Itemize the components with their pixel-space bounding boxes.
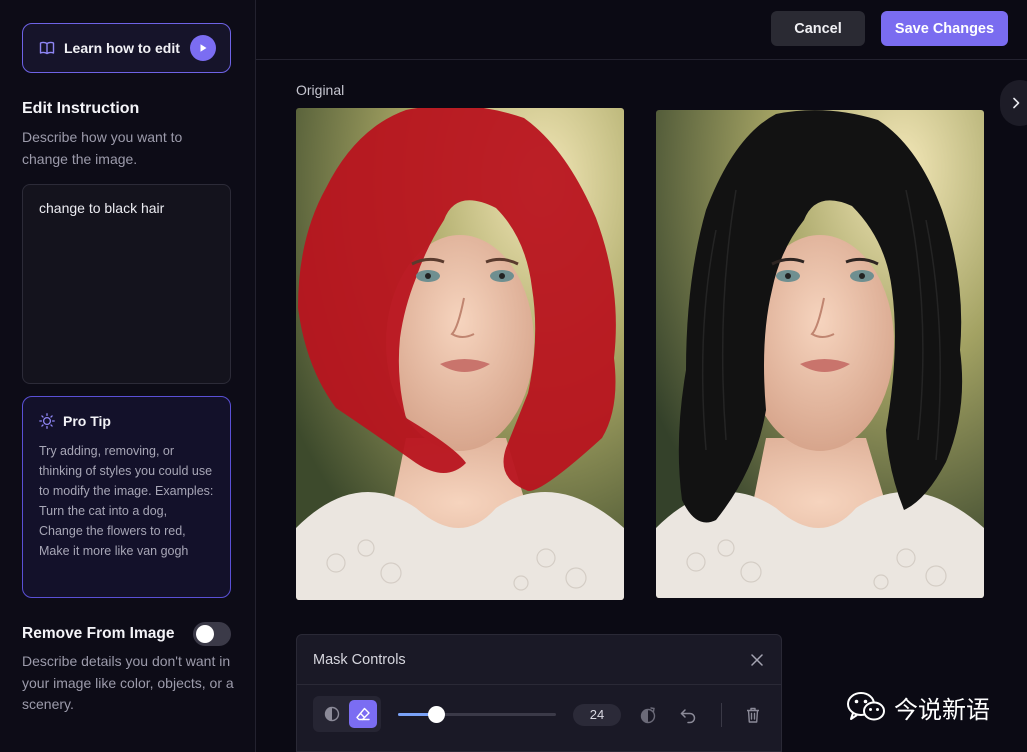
- play-icon: [190, 35, 216, 61]
- original-image-with-mask: [296, 108, 624, 600]
- edit-instruction-heading: Edit Instruction: [22, 100, 140, 117]
- sidebar: Learn how to edit Edit Instruction Descr…: [0, 0, 256, 752]
- book-icon: [39, 41, 55, 55]
- original-label: Original: [296, 82, 345, 98]
- wechat-logo-icon: [847, 692, 885, 721]
- eraser-mode-button[interactable]: [349, 700, 377, 728]
- edit-instruction-input[interactable]: [22, 184, 231, 384]
- watermark: 今说新语: [846, 688, 996, 726]
- result-image-canvas: [656, 110, 984, 598]
- remove-from-image-heading: Remove From Image: [22, 625, 175, 642]
- brush-mode-button[interactable]: [319, 701, 345, 727]
- learn-how-to-edit-button[interactable]: Learn how to edit: [22, 23, 231, 73]
- watermark-text: 今说新语: [894, 695, 990, 724]
- chevron-right-icon: [1013, 97, 1020, 109]
- cancel-button[interactable]: Cancel: [771, 11, 865, 46]
- brush-size-value: 24: [573, 704, 621, 726]
- original-image-canvas[interactable]: [296, 108, 624, 600]
- mask-tool-toggle: [313, 696, 381, 732]
- mask-controls-title: Mask Controls: [313, 651, 406, 668]
- close-icon[interactable]: [749, 652, 765, 668]
- undo-icon[interactable]: [678, 705, 698, 725]
- remove-from-image-toggle[interactable]: [193, 622, 231, 646]
- expand-panel-button[interactable]: [1000, 80, 1027, 126]
- contrast-icon: [324, 706, 340, 722]
- pro-tip-body: Try adding, removing, or thinking of sty…: [39, 444, 214, 558]
- toggle-knob: [196, 625, 214, 643]
- edited-result-image: [656, 110, 984, 598]
- remove-from-image-description: Describe details you don't want in your …: [22, 653, 234, 712]
- learn-button-label: Learn how to edit: [64, 40, 180, 56]
- lightbulb-icon: [39, 413, 55, 429]
- slider-thumb[interactable]: [427, 706, 445, 723]
- eraser-icon: [356, 707, 370, 721]
- top-toolbar: Cancel Save Changes: [256, 0, 1027, 60]
- toolbar-divider: [721, 703, 722, 727]
- brush-size-slider[interactable]: [398, 706, 556, 723]
- mask-controls-panel: Mask Controls 24: [296, 634, 782, 752]
- pro-tip-card: Pro Tip Try adding, removing, or thinkin…: [22, 396, 231, 598]
- trash-icon[interactable]: [743, 705, 763, 725]
- pro-tip-title: Pro Tip: [63, 413, 111, 429]
- edit-instruction-description: Describe how you want to change the imag…: [22, 129, 183, 167]
- invert-mask-icon[interactable]: [638, 705, 658, 725]
- save-changes-button[interactable]: Save Changes: [881, 11, 1008, 46]
